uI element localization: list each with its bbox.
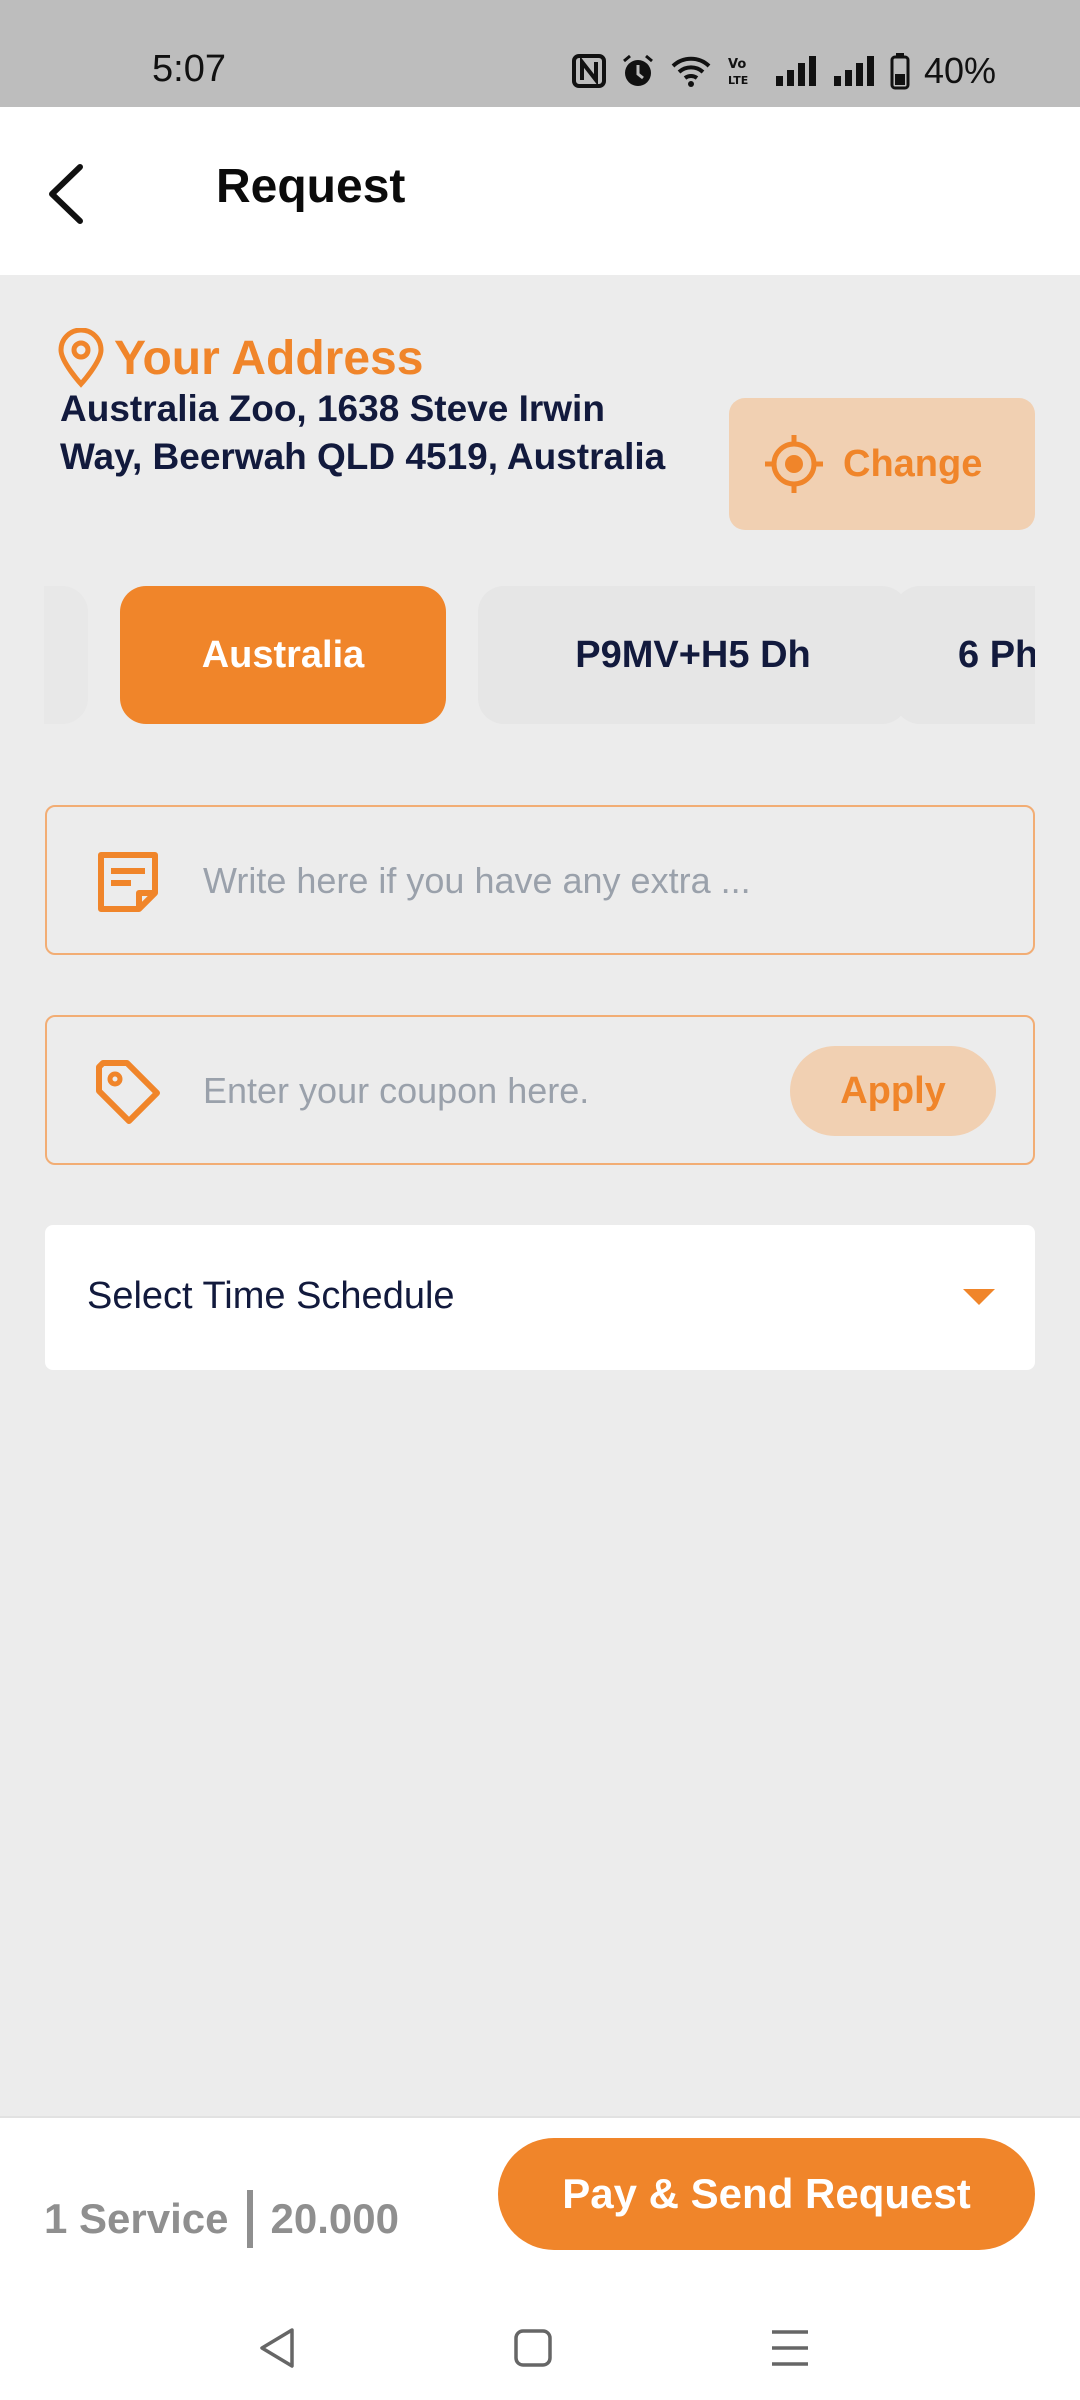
address-chip[interactable] xyxy=(44,586,88,724)
bottom-bar: 1 Service 20.000 Pay & Send Request xyxy=(0,2116,1080,2400)
coupon-field: Apply xyxy=(45,1015,1035,1165)
nfc-icon xyxy=(572,54,606,88)
back-arrow-icon xyxy=(49,164,83,224)
apply-coupon-button[interactable]: Apply xyxy=(790,1046,996,1136)
signal-icon xyxy=(834,56,874,86)
status-bar: 5:07 Vo LTE 40% xyxy=(0,0,1080,107)
alarm-icon xyxy=(623,54,653,86)
battery-percent: 40% xyxy=(924,50,997,91)
address-chips: Australia P9MV+H5 Dh 6 Ph xyxy=(44,586,1035,724)
note-input[interactable] xyxy=(203,843,823,919)
order-summary: 1 Service 20.000 xyxy=(44,2190,399,2248)
address-chip[interactable]: 6 Ph xyxy=(894,586,1035,724)
address-chip[interactable]: P9MV+H5 Dh xyxy=(478,586,908,724)
battery-icon xyxy=(890,53,910,90)
pay-send-request-button[interactable]: Pay & Send Request xyxy=(498,2138,1035,2250)
summary-divider xyxy=(246,2190,253,2248)
nav-back-icon xyxy=(260,2328,294,2368)
address-chip-selected[interactable]: Australia xyxy=(120,586,446,724)
app-bar: Request xyxy=(0,107,1080,275)
tag-icon xyxy=(96,1060,160,1124)
total-price: 20.000 xyxy=(270,2195,399,2242)
location-pin-icon xyxy=(58,328,104,388)
change-label: Change xyxy=(843,442,983,485)
change-address-button[interactable]: Change xyxy=(729,398,1035,530)
nav-menu-button[interactable] xyxy=(760,2318,820,2378)
svg-text:LTE: LTE xyxy=(728,74,748,87)
note-field xyxy=(45,805,1035,955)
volte-icon: Vo LTE xyxy=(728,57,748,87)
service-count: 1 Service xyxy=(44,2195,229,2242)
time-schedule-select[interactable]: Select Time Schedule xyxy=(45,1225,1035,1370)
signal-icon xyxy=(776,56,816,86)
nav-home-button[interactable] xyxy=(503,2318,563,2378)
status-icons: Vo LTE 40% xyxy=(572,50,996,92)
nav-back-button[interactable] xyxy=(248,2318,308,2378)
schedule-label: Select Time Schedule xyxy=(87,1275,455,1317)
system-nav-bar xyxy=(0,2288,1080,2388)
nav-home-icon xyxy=(514,2329,552,2367)
back-button[interactable] xyxy=(40,159,100,229)
coupon-input[interactable] xyxy=(203,1053,763,1129)
gps-target-icon xyxy=(765,435,823,493)
dropdown-caret-icon xyxy=(963,1289,995,1305)
status-time: 5:07 xyxy=(152,48,226,90)
page-title: Request xyxy=(216,160,406,213)
wifi-icon xyxy=(671,56,711,87)
note-icon xyxy=(98,852,158,912)
address-heading-label: Your Address xyxy=(114,331,424,385)
address-heading: Your Address xyxy=(56,328,423,388)
svg-text:Vo: Vo xyxy=(728,57,746,72)
address-text: Australia Zoo, 1638 Steve Irwin Way, Bee… xyxy=(60,388,666,477)
nav-menu-icon xyxy=(772,2330,808,2366)
